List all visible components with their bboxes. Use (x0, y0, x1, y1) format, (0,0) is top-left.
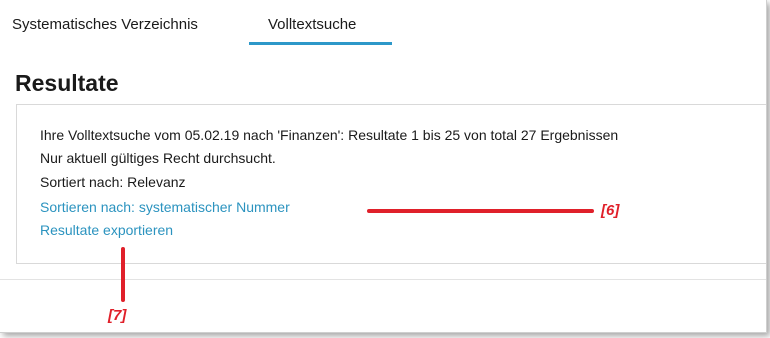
tab-bar: Systematisches Verzeichnis Volltextsuche (0, 0, 766, 46)
annotation-label-7: [7] (108, 307, 127, 324)
annotation-line-7 (121, 247, 125, 302)
search-scope-note: Nur aktuell gültiges Recht durchsucht. (40, 150, 276, 166)
sort-by-number-link[interactable]: Sortieren nach: systematischer Nummer (40, 199, 290, 215)
annotation-label-6: [6] (601, 202, 620, 219)
tab-systematisches-verzeichnis[interactable]: Systematisches Verzeichnis (12, 16, 198, 33)
export-results-link[interactable]: Resultate exportieren (40, 222, 173, 238)
annotation-line-6 (367, 209, 594, 213)
search-summary: Ihre Volltextsuche vom 05.02.19 nach 'Fi… (40, 127, 619, 143)
tab-volltextsuche[interactable]: Volltextsuche (268, 16, 356, 33)
results-panel: Ihre Volltextsuche vom 05.02.19 nach 'Fi… (16, 104, 766, 264)
section-divider (0, 279, 766, 280)
page-title: Resultate (15, 70, 119, 96)
active-tab-indicator (249, 42, 392, 45)
screenshot-frame: Systematisches Verzeichnis Volltextsuche… (0, 0, 767, 333)
sort-status: Sortiert nach: Relevanz (40, 174, 186, 190)
